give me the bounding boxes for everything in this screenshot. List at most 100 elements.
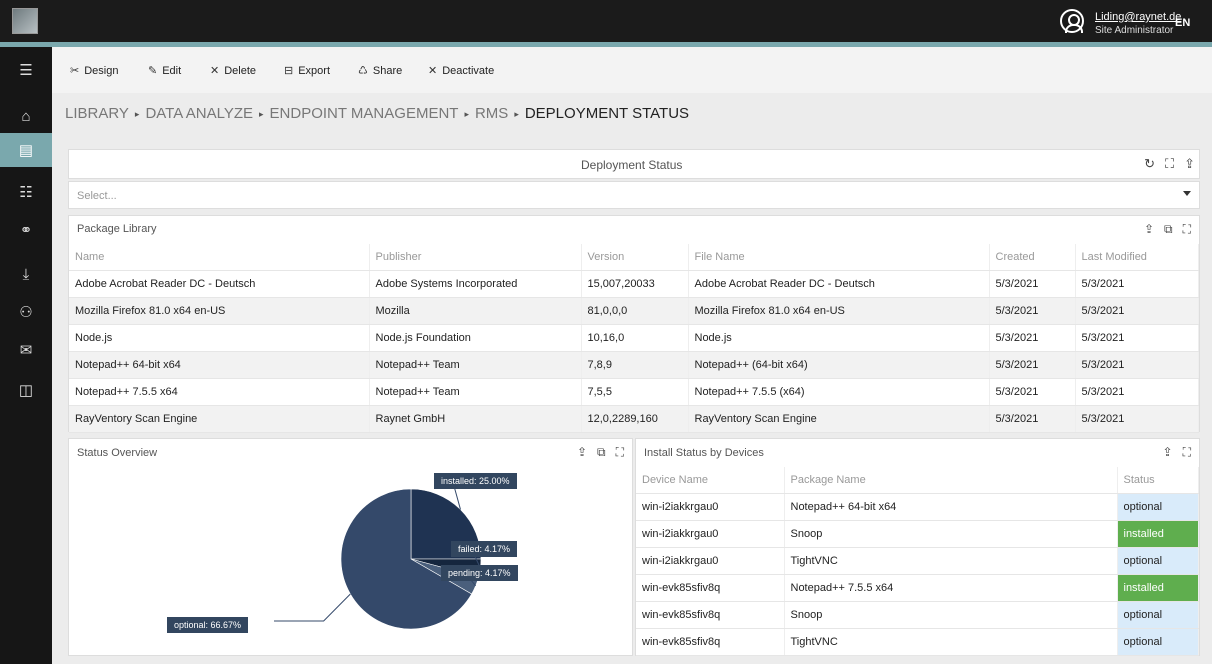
cell-last-modified: 5/3/2021 xyxy=(1075,297,1199,325)
app-logo[interactable] xyxy=(12,8,38,34)
cell-package: TightVNC xyxy=(784,547,1118,575)
expand-icon[interactable]: ⛶ xyxy=(1183,222,1191,237)
pie-label-installed: installed: 25.00% xyxy=(434,473,517,489)
user-settings-icon[interactable]: ⚇ xyxy=(0,295,52,329)
breadcrumb-library[interactable]: LIBRARY xyxy=(65,105,129,122)
status-badge: optional xyxy=(1117,601,1199,629)
table-row[interactable]: win-evk85sfiv8q TightVNC optional xyxy=(636,628,1199,656)
share-icon: ♺ xyxy=(358,65,368,77)
expand-icon[interactable]: ⛶ xyxy=(1183,445,1191,460)
table-row[interactable]: Notepad++ 7.5.5 x64 Notepad++ Team 7,5,5… xyxy=(69,378,1199,406)
install-status-panel: Install Status by Devices ⇪ ⛶ Device Nam… xyxy=(635,438,1200,656)
top-bar: Liding@raynet.de Site Administrator EN xyxy=(0,0,1212,42)
cell-name: Notepad++ 7.5.5 x64 xyxy=(69,378,370,406)
breadcrumb-separator: ▸ xyxy=(514,108,519,119)
download-icon[interactable]: ⤓ xyxy=(0,257,52,291)
breadcrumb-separator: ▸ xyxy=(464,108,469,119)
list-icon[interactable]: ☷ xyxy=(0,175,52,209)
table-row[interactable]: win-evk85sfiv8q Notepad++ 7.5.5 x64 inst… xyxy=(636,574,1199,602)
cell-device: win-evk85sfiv8q xyxy=(636,628,785,656)
cell-device: win-i2iakkrgau0 xyxy=(636,493,785,521)
expand-icon[interactable]: ⛶ xyxy=(616,445,624,460)
pie-label-failed: failed: 4.17% xyxy=(451,541,518,557)
column-header[interactable]: Last Modified xyxy=(1075,244,1199,271)
table-row[interactable]: RayVentory Scan Engine Raynet GmbH 12,0,… xyxy=(69,405,1199,433)
connections-icon[interactable]: ⚭ xyxy=(0,213,52,247)
export-icon[interactable]: ⇪ xyxy=(1163,445,1173,460)
user-avatar-icon[interactable] xyxy=(1060,9,1084,33)
column-header[interactable]: Package Name xyxy=(784,467,1118,494)
mail-icon[interactable]: ✉ xyxy=(0,333,52,367)
cell-name: RayVentory Scan Engine xyxy=(69,405,370,433)
breadcrumb: LIBRARY ▸ DATA ANALYZE ▸ ENDPOINT MANAGEMENT… xyxy=(65,105,689,122)
edit-button[interactable]: ✎ Edit xyxy=(148,64,181,78)
column-header[interactable]: Created xyxy=(989,244,1076,271)
cell-device: win-evk85sfiv8q xyxy=(636,601,785,629)
chevron-down-icon[interactable] xyxy=(1183,191,1191,196)
column-header[interactable]: File Name xyxy=(688,244,990,271)
table-row[interactable]: Adobe Acrobat Reader DC - Deutsch Adobe … xyxy=(69,270,1199,298)
status-badge: optional xyxy=(1117,493,1199,521)
copy-icon[interactable]: ⧉ xyxy=(597,445,606,460)
column-header[interactable]: Name xyxy=(69,244,370,271)
table-row[interactable]: Notepad++ 64-bit x64 Notepad++ Team 7,8,… xyxy=(69,351,1199,379)
cell-created: 5/3/2021 xyxy=(989,270,1076,298)
table-row[interactable]: win-i2iakkrgau0 Notepad++ 64-bit x64 opt… xyxy=(636,493,1199,521)
cell-package: Notepad++ 7.5.5 x64 xyxy=(784,574,1118,602)
cell-publisher: Notepad++ Team xyxy=(369,351,582,379)
design-button[interactable]: ✂ Design xyxy=(70,64,118,78)
dashboard-icon[interactable]: ▤ xyxy=(0,133,52,167)
cell-package: Notepad++ 64-bit x64 xyxy=(784,493,1118,521)
user-email-link[interactable]: Liding@raynet.de xyxy=(1095,11,1181,23)
table-row[interactable]: Node.js Node.js Foundation 10,16,0 Node.… xyxy=(69,324,1199,352)
dashboard-actions: ↻ ⛶ ⇪ xyxy=(1144,156,1195,172)
cell-version: 81,0,0,0 xyxy=(581,297,689,325)
refresh-icon[interactable]: ↻ xyxy=(1144,156,1155,172)
cell-last-modified: 5/3/2021 xyxy=(1075,351,1199,379)
document-icon[interactable]: ◫ xyxy=(0,373,52,407)
cell-last-modified: 5/3/2021 xyxy=(1075,270,1199,298)
cell-device: win-i2iakkrgau0 xyxy=(636,547,785,575)
copy-icon[interactable]: ⧉ xyxy=(1164,222,1173,237)
cell-created: 5/3/2021 xyxy=(989,297,1076,325)
cell-name: Adobe Acrobat Reader DC - Deutsch xyxy=(69,270,370,298)
breadcrumb-rms[interactable]: RMS xyxy=(475,105,508,122)
share-button[interactable]: ♺ Share xyxy=(358,64,402,78)
breadcrumb-data-analyze[interactable]: DATA ANALYZE xyxy=(145,105,253,122)
table-row[interactable]: win-i2iakkrgau0 TightVNC optional xyxy=(636,547,1199,575)
export-icon[interactable]: ⇪ xyxy=(577,445,587,460)
export-button[interactable]: ⊟ Export xyxy=(284,64,330,78)
export-icon: ⊟ xyxy=(284,65,294,77)
sidebar: ☰ ⌂ ▤ ☷ ⚭ ⤓ ⚇ ✉ ◫ xyxy=(0,47,52,664)
home-icon[interactable]: ⌂ xyxy=(0,99,52,133)
column-header[interactable]: Publisher xyxy=(369,244,582,271)
cell-version: 10,16,0 xyxy=(581,324,689,352)
package-library-title: Package Library xyxy=(77,223,157,235)
column-header[interactable]: Version xyxy=(581,244,689,271)
deactivate-button[interactable]: ✕ Deactivate xyxy=(428,64,494,78)
breadcrumb-endpoint-management[interactable]: ENDPOINT MANAGEMENT xyxy=(270,105,459,122)
install-status-title: Install Status by Devices xyxy=(644,447,764,459)
status-badge: optional xyxy=(1117,547,1199,575)
export-icon[interactable]: ⇪ xyxy=(1184,156,1195,172)
close-icon: ✕ xyxy=(210,65,220,77)
filter-select[interactable]: Select... xyxy=(68,181,1200,209)
table-row[interactable]: Mozilla Firefox 81.0 x64 en-US Mozilla 8… xyxy=(69,297,1199,325)
table-row[interactable]: win-i2iakkrgau0 Snoop installed xyxy=(636,520,1199,548)
language-switch[interactable]: EN xyxy=(1175,17,1190,29)
menu-icon[interactable]: ☰ xyxy=(0,53,52,87)
cell-publisher: Adobe Systems Incorporated xyxy=(369,270,582,298)
fullscreen-icon[interactable]: ⛶ xyxy=(1165,156,1174,172)
export-icon[interactable]: ⇪ xyxy=(1144,222,1154,237)
delete-button[interactable]: ✕ Delete xyxy=(210,64,256,78)
column-header[interactable]: Status xyxy=(1117,467,1199,494)
table-row[interactable]: win-evk85sfiv8q Snoop optional xyxy=(636,601,1199,629)
pencil-icon: ✎ xyxy=(148,65,158,77)
table-header-row: Device Name Package Name Status xyxy=(636,467,1199,494)
dashboard-title: Deployment Status xyxy=(581,158,683,172)
column-header[interactable]: Device Name xyxy=(636,467,785,494)
cell-publisher: Raynet GmbH xyxy=(369,405,582,433)
package-library-panel: Package Library ⇪ ⧉ ⛶ Name Publisher Ver… xyxy=(68,215,1200,433)
select-placeholder: Select... xyxy=(77,190,117,202)
breadcrumb-separator: ▸ xyxy=(134,108,140,119)
